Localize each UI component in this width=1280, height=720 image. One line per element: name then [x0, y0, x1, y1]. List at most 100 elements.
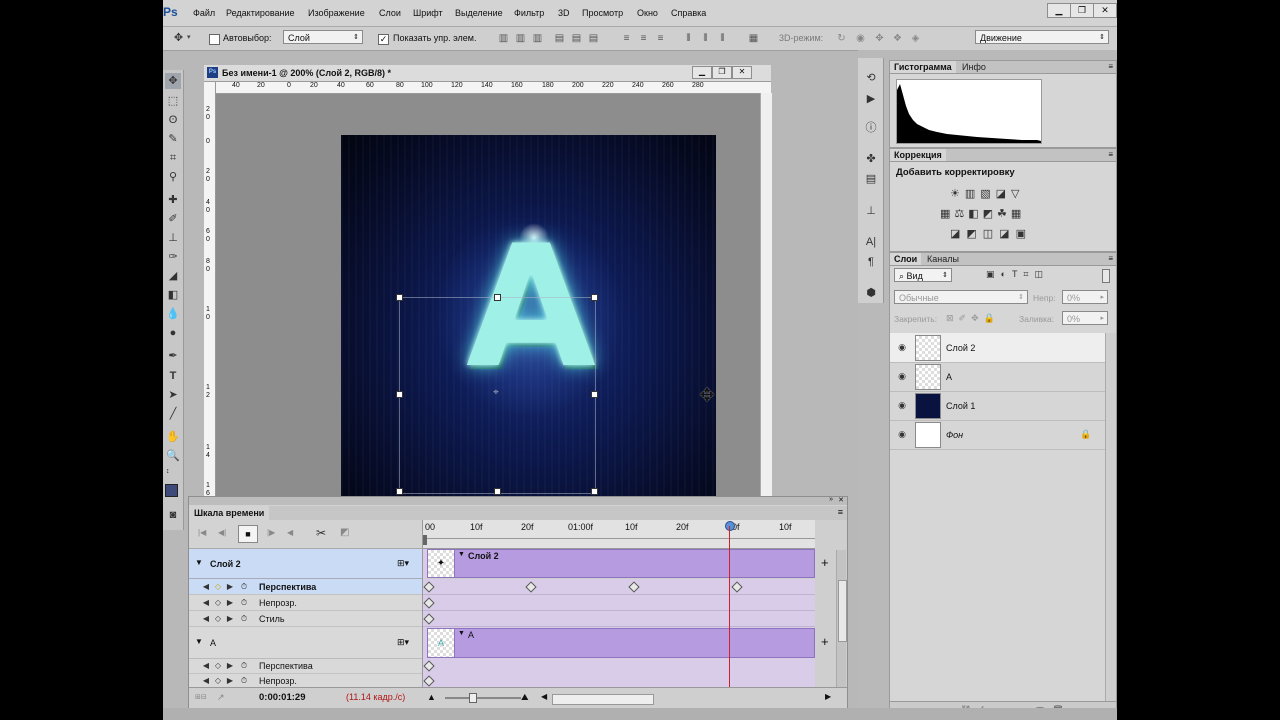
stop-button[interactable]: ■ [238, 525, 258, 543]
menu-3d[interactable]: 3D [558, 8, 570, 18]
go-to-first-frame-icon[interactable]: |◀ [198, 528, 206, 537]
prev-keyframe-icon[interactable]: ◀ [202, 582, 210, 591]
crop-tool-icon[interactable]: ⌗ [165, 150, 181, 166]
blend-mode-dropdown[interactable]: Обычные ⇕ [894, 290, 1028, 304]
quick-select-tool-icon[interactable]: ✎ [165, 131, 181, 147]
quick-mask-icon[interactable]: ◙ [165, 507, 181, 523]
menu-select[interactable]: Выделение [455, 8, 503, 18]
filter-toggle[interactable] [1102, 269, 1110, 283]
layer-filter-dropdown[interactable]: ⌕ Вид ⇕ [894, 268, 952, 282]
keyframe-toggle-icon[interactable]: ◇ [214, 582, 222, 591]
autoselect-checkbox[interactable] [209, 34, 220, 45]
fill-field[interactable]: 0% ▸ [1062, 311, 1108, 325]
keyframe[interactable] [628, 581, 640, 593]
distribute-left-icon[interactable]: ⦀ [683, 33, 694, 44]
keyframe-toggle-icon[interactable]: ◇ [214, 598, 222, 607]
info-panel-icon[interactable]: ⓘ [863, 120, 879, 136]
app-minimize-button[interactable]: ▁ [1047, 3, 1071, 18]
doc-close-button[interactable]: ✕ [732, 66, 752, 79]
zoom-slider-track[interactable] [445, 697, 521, 699]
timeline-horizontal-scrollbar[interactable] [552, 694, 654, 705]
transform-handle[interactable] [494, 294, 501, 301]
tab-timeline[interactable]: Шкала времени [189, 506, 270, 520]
prev-keyframe-icon[interactable]: ◀ [202, 661, 210, 670]
auto-align-icon[interactable]: ▦ [748, 33, 759, 44]
stamp-tool-icon[interactable]: ⊥ [165, 230, 181, 246]
time-ruler[interactable]: 00 10f 20f 01:00f 10f 20f 00f 10f [423, 520, 815, 549]
expand-triangle-icon[interactable]: ▼ [195, 637, 203, 646]
lock-icons[interactable]: ⊠✐✥🔒 [946, 313, 1000, 324]
lasso-tool-icon[interactable]: ʘ [165, 112, 181, 128]
brush-presets-icon[interactable]: ▤ [863, 171, 879, 187]
align-hcenter-icon[interactable]: ▤ [571, 33, 582, 44]
align-bottom-icon[interactable]: ▥ [532, 33, 543, 44]
healing-tool-icon[interactable]: ✚ [165, 192, 181, 208]
timeline-prop-row[interactable]: ◀ ◇ ▶ ⏱ Непрозр. [189, 595, 422, 611]
slide-3d-icon[interactable]: ❖ [892, 33, 903, 44]
next-keyframe-icon[interactable]: ▶ [226, 676, 234, 685]
keyframe[interactable] [423, 660, 435, 672]
panel-menu-icon[interactable]: ≡ [838, 507, 843, 517]
layer-row-a[interactable]: ◉ A [890, 362, 1105, 392]
add-media-button[interactable]: + [821, 634, 829, 649]
layer-row-background[interactable]: ◉ Фон 🔒 [890, 420, 1105, 450]
transform-handle[interactable] [396, 391, 403, 398]
align-vcenter-icon[interactable]: ▥ [515, 33, 526, 44]
rotate-3d-icon[interactable]: ↻ [836, 33, 847, 44]
menu-help[interactable]: Справка [671, 8, 706, 18]
keyframe[interactable] [423, 675, 435, 687]
align-top-icon[interactable]: ▥ [498, 33, 509, 44]
hand-tool-icon[interactable]: ✋ [165, 429, 181, 445]
audio-icon[interactable]: ◀ [287, 528, 293, 537]
layer-row-layer2[interactable]: ◉ Слой 2 [890, 333, 1105, 363]
stopwatch-icon[interactable]: ⏱ [240, 582, 248, 591]
align-left-icon[interactable]: ▤ [554, 33, 565, 44]
paragraph-panel-icon[interactable]: ¶ [863, 254, 879, 270]
split-clip-scissors-icon[interactable]: ✂ [316, 526, 326, 540]
layer-row-layer1[interactable]: ◉ Слой 1 [890, 391, 1105, 421]
keyframe-toggle-icon[interactable]: ◇ [214, 661, 222, 670]
eraser-tool-icon[interactable]: ◢ [165, 268, 181, 284]
menu-type[interactable]: Шрифт [413, 8, 443, 18]
next-keyframe-icon[interactable]: ▶ [226, 582, 234, 591]
adjust-icons-row-3[interactable]: ◪◩◫◪▣ [950, 227, 1070, 241]
history-panel-icon[interactable]: ⟲ [863, 70, 879, 86]
next-keyframe-icon[interactable]: ▶ [226, 614, 234, 623]
autoselect-target-dropdown[interactable]: Слой ⇕ [283, 30, 363, 44]
panel-menu-icon[interactable]: ≡ [1108, 150, 1113, 159]
move-tool-preset-icon[interactable]: ✥ [173, 33, 184, 44]
timeline-vertical-scrollbar[interactable] [836, 550, 847, 687]
gradient-tool-icon[interactable]: ◧ [165, 287, 181, 303]
scroll-left-icon[interactable]: ◀ [541, 692, 547, 701]
timeline-layer-row-a[interactable]: ▼ A ⊞▾ [189, 627, 422, 659]
workspace-dropdown[interactable]: Движение ⇕ [975, 30, 1109, 44]
layers-scrollbar[interactable] [1105, 333, 1116, 703]
zoom-tool-icon[interactable]: 🔍 [165, 448, 181, 464]
timeline-prop-row[interactable]: ◀ ◇ ▶ ⏱ Перспектива [189, 658, 422, 674]
stopwatch-icon[interactable]: ⏱ [240, 614, 248, 623]
menu-image[interactable]: Изображение [308, 8, 365, 18]
previous-frame-icon[interactable]: ◀| [218, 528, 226, 537]
distribute-hcenter-icon[interactable]: ⦀ [700, 33, 711, 44]
app-restore-button[interactable]: ❐ [1070, 3, 1094, 18]
tab-adjustments[interactable]: Коррекция [890, 149, 946, 161]
keyframe[interactable] [423, 613, 435, 625]
next-keyframe-icon[interactable]: ▶ [226, 598, 234, 607]
eye-icon[interactable]: ◉ [897, 429, 907, 439]
menu-file[interactable]: Файл [193, 8, 215, 18]
panel-menu-icon[interactable]: ≡ [1108, 254, 1113, 263]
transform-handle[interactable] [591, 294, 598, 301]
actions-panel-icon[interactable]: ▶ [863, 91, 879, 107]
zoom-out-icon[interactable]: ▲ [427, 692, 436, 702]
brush-tool-icon[interactable]: ✐ [165, 211, 181, 227]
work-area-start-handle[interactable] [423, 535, 427, 545]
blur-tool-icon[interactable]: 💧 [165, 306, 181, 322]
type-tool-icon[interactable]: T [165, 368, 181, 384]
menu-filter[interactable]: Фильтр [514, 8, 544, 18]
document-scrollbar[interactable] [760, 93, 772, 500]
keyframe[interactable] [525, 581, 537, 593]
menu-window[interactable]: Окно [637, 8, 658, 18]
distribute-right-icon[interactable]: ⦀ [717, 33, 728, 44]
path-select-tool-icon[interactable]: ➤ [165, 387, 181, 403]
marquee-tool-icon[interactable]: ⬚ [165, 93, 181, 109]
